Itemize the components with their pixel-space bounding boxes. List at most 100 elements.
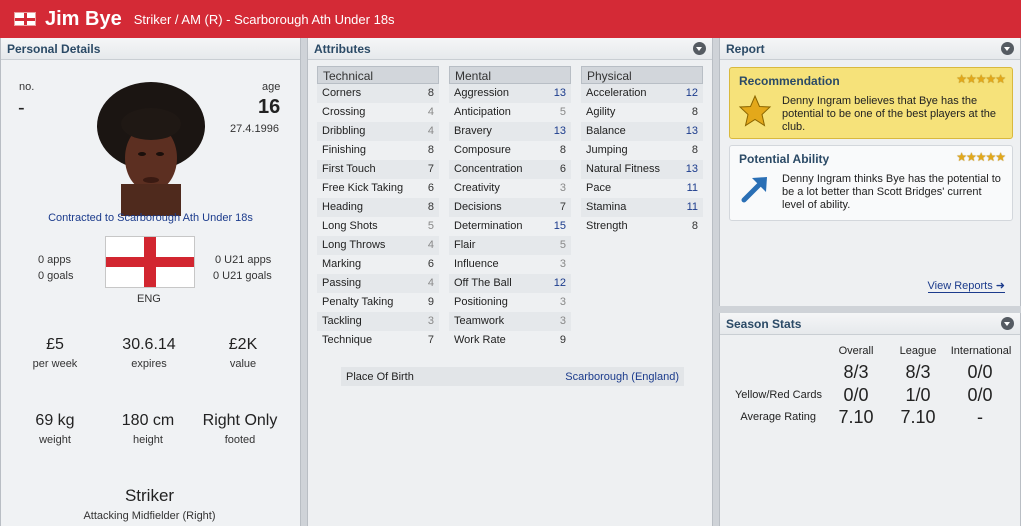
star-icon (738, 94, 772, 127)
season-stats-panel: Season Stats Overall League Internationa… (719, 313, 1021, 526)
attribute-row: Stamina 11 (581, 198, 703, 217)
attribute-row: Aggression 13 (449, 84, 571, 103)
cards-label: Yellow/Red Cards (734, 389, 822, 401)
attribute-name: Crossing (322, 106, 366, 118)
recommendation-stars-icon: ★★★★★ (956, 72, 1006, 86)
attributes-panel: Attributes Technical Corners 8 Crossing 4 Dr… (307, 38, 713, 526)
attribute-row: Work Rate 9 (449, 331, 571, 350)
attribute-name: Pace (586, 182, 612, 194)
attribute-value: 8 (559, 144, 566, 156)
recommendation-text: Denny Ingram believes that Bye has the p… (782, 95, 997, 133)
collapse-icon[interactable] (1001, 42, 1014, 55)
attribute-value: 5 (427, 220, 434, 232)
panel-header: Personal Details (1, 38, 300, 60)
apps-international: 0/0 (967, 362, 993, 382)
view-reports-link[interactable]: View Reports ➜ (927, 279, 1005, 293)
nation-flag[interactable] (105, 236, 195, 288)
player-subtitle[interactable]: Striker / AM (R) - Scarborough Ath Under… (134, 12, 395, 27)
attribute-row: Heading 8 (317, 198, 439, 217)
col-header-overall: Overall (838, 345, 874, 357)
attribute-row: Natural Fitness 13 (581, 160, 703, 179)
attribute-value: 12 (553, 277, 566, 289)
attribute-value: 8 (691, 220, 698, 232)
player-value: £2K (228, 336, 258, 353)
attribute-value: 4 (427, 125, 434, 137)
age-value: 16 (258, 96, 281, 118)
attribute-row: Off The Ball 12 (449, 274, 571, 293)
technical-column: Technical Corners 8 Crossing 4 Dribbling 4 Fin… (317, 66, 439, 350)
attribute-value: 3 (559, 258, 566, 270)
attribute-row: Technique 7 (317, 331, 439, 350)
weight-value: 69 kg (35, 412, 75, 429)
attribute-row: Long Throws 4 (317, 236, 439, 255)
player-face-image (97, 82, 205, 216)
attribute-row: Free Kick Taking 6 (317, 179, 439, 198)
place-of-birth-label: Place Of Birth (346, 370, 414, 383)
footed-value: Right Only (202, 412, 278, 429)
attribute-row: Concentration 6 (449, 160, 571, 179)
potential-ability-card: Potential Ability ★★★★★ Denny Ingram thi… (729, 145, 1013, 221)
attribute-row: Long Shots 5 (317, 217, 439, 236)
attribute-value: 3 (559, 182, 566, 194)
rating-international: - (977, 407, 983, 427)
attribute-name: Stamina (586, 201, 627, 213)
attribute-value: 9 (427, 296, 434, 308)
attribute-value: 15 (553, 220, 566, 232)
attribute-row: Finishing 8 (317, 141, 439, 160)
attribute-row: Flair 5 (449, 236, 571, 255)
collapse-icon[interactable] (1001, 317, 1014, 330)
wage-label: per week (32, 358, 78, 370)
attribute-name: Marking (322, 258, 362, 270)
recommendation-card: Recommendation ★★★★★ Denny Ingram believ… (729, 67, 1013, 139)
place-of-birth-value[interactable]: Scarborough (England) (565, 371, 679, 383)
u21-apps-count: 0 U21 apps (215, 254, 272, 266)
panel-title: Report (726, 41, 765, 56)
technical-header: Technical (317, 66, 439, 84)
attribute-value: 8 (427, 201, 434, 213)
attribute-name: Agility (586, 106, 616, 118)
attribute-value: 5 (559, 239, 566, 251)
contract-expiry-label: expires (131, 358, 167, 370)
attribute-row: Marking 6 (317, 255, 439, 274)
mental-column: Mental Aggression 13 Anticipation 5 Bravery 1… (449, 66, 571, 350)
england-flag-icon (14, 12, 36, 26)
attribute-row: Agility 8 (581, 103, 703, 122)
position-secondary: Attacking Midfielder (Right) (83, 510, 216, 522)
attribute-name: Flair (454, 239, 476, 251)
attribute-name: Teamwork (454, 315, 505, 327)
cards-overall: 0/0 (843, 385, 869, 405)
attribute-name: Corners (322, 87, 362, 99)
panel-title: Personal Details (7, 41, 101, 56)
panel-header: Report (720, 38, 1020, 60)
col-header-league: League (899, 345, 937, 357)
attribute-value: 3 (427, 315, 434, 327)
goals-count: 0 goals (38, 270, 74, 282)
attribute-row: Jumping 8 (581, 141, 703, 160)
recommendation-title: Recommendation (739, 74, 840, 88)
report-panel: Report Recommendation ★★★★★ Denny Ingram… (719, 38, 1021, 306)
panel-title: Attributes (314, 41, 371, 56)
attribute-name: Tackling (322, 315, 362, 327)
panel-header: Season Stats (720, 313, 1020, 335)
attribute-name: Technique (322, 334, 373, 346)
attribute-value: 4 (427, 277, 434, 289)
attribute-value: 8 (691, 106, 698, 118)
attribute-row: Passing 4 (317, 274, 439, 293)
date-of-birth: 27.4.1996 (230, 123, 279, 135)
potential-stars-icon: ★★★★★ (956, 150, 1006, 164)
apps-league: 8/3 (905, 362, 931, 382)
attribute-name: Natural Fitness (586, 163, 660, 175)
contract-info[interactable]: Contracted to Scarborough Ath Under 18s (1, 212, 300, 224)
attribute-value: 5 (559, 106, 566, 118)
attribute-row: Teamwork 3 (449, 312, 571, 331)
attribute-value: 3 (559, 315, 566, 327)
rating-label: Average Rating (740, 411, 816, 423)
attribute-row: Influence 3 (449, 255, 571, 274)
attribute-row: Strength 8 (581, 217, 703, 236)
attribute-value: 6 (559, 163, 566, 175)
collapse-icon[interactable] (693, 42, 706, 55)
attribute-name: Balance (586, 125, 626, 137)
attribute-row: Determination 15 (449, 217, 571, 236)
attribute-value: 9 (559, 334, 566, 346)
attribute-name: Composure (454, 144, 511, 156)
